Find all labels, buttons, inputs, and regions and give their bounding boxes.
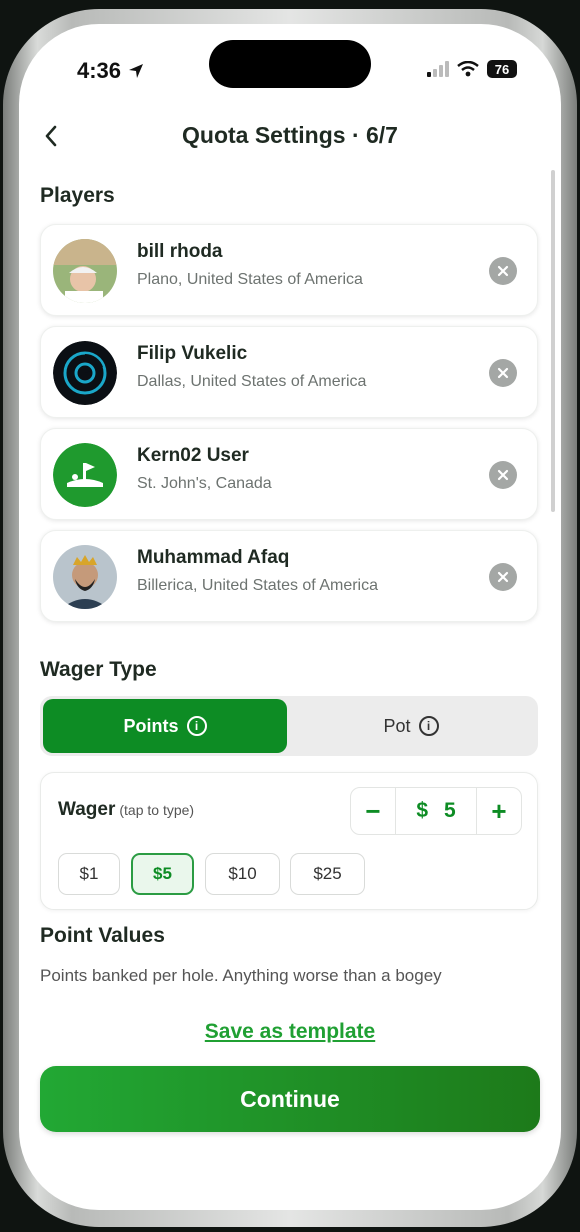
signal-icon bbox=[427, 61, 449, 77]
tab-points[interactable]: Points i bbox=[43, 699, 287, 753]
dynamic-island bbox=[209, 40, 371, 88]
status-time: 4:36 bbox=[77, 58, 145, 84]
wager-hint: (tap to type) bbox=[119, 802, 195, 818]
player-name: bill rhoda bbox=[137, 241, 223, 262]
scrollbar[interactable] bbox=[551, 170, 555, 512]
app-screen: 4:36 76 Quota Settings · 6/7 Players bil… bbox=[19, 24, 561, 1210]
avatar bbox=[53, 239, 117, 303]
wager-label-text: Wager bbox=[58, 799, 116, 820]
info-icon[interactable]: i bbox=[186, 716, 207, 736]
remove-player-button[interactable] bbox=[489, 359, 517, 387]
avatar bbox=[53, 341, 117, 405]
status-icons: 76 bbox=[427, 60, 517, 78]
time-text: 4:36 bbox=[77, 58, 122, 83]
remove-player-button[interactable] bbox=[489, 257, 517, 285]
page-title: Quota Settings · 6/7 bbox=[182, 122, 398, 148]
point-values-description: Points banked per hole. Anything worse t… bbox=[40, 966, 442, 985]
close-icon bbox=[497, 469, 509, 481]
save-template-link[interactable]: Save as template bbox=[19, 1020, 561, 1044]
close-icon bbox=[497, 265, 509, 277]
decrement-button[interactable]: − bbox=[351, 788, 395, 834]
preset-chip[interactable]: $25 bbox=[290, 853, 365, 895]
player-card: Kern02 User St. John's, Canada bbox=[40, 428, 538, 520]
player-name: Muhammad Afaq bbox=[137, 547, 290, 568]
tab-points-label: Points bbox=[123, 715, 179, 736]
player-card: Filip Vukelic Dallas, United States of A… bbox=[40, 326, 538, 418]
wager-type-title: Wager Type bbox=[40, 658, 157, 681]
point-values-title: Point Values bbox=[40, 924, 165, 947]
close-icon bbox=[497, 367, 509, 379]
wager-value-field[interactable]: $ 5 bbox=[395, 788, 477, 834]
avatar bbox=[53, 545, 117, 609]
tab-pot[interactable]: Pot i bbox=[287, 699, 535, 753]
preset-chip[interactable]: $1 bbox=[58, 853, 120, 895]
wager-stepper: − $ 5 + bbox=[350, 787, 522, 835]
player-name: Filip Vukelic bbox=[137, 343, 248, 364]
wager-card: Wager (tap to type) − $ 5 + $1 $5 $10 $25 bbox=[40, 772, 538, 910]
players-section-title: Players bbox=[40, 184, 115, 207]
increment-button[interactable]: + bbox=[477, 788, 521, 834]
preset-chip[interactable]: $10 bbox=[205, 853, 280, 895]
info-icon[interactable]: i bbox=[418, 716, 439, 736]
wager-label[interactable]: Wager (tap to type) bbox=[58, 799, 194, 821]
preset-chip-selected[interactable]: $5 bbox=[131, 853, 194, 895]
header: Quota Settings · 6/7 bbox=[19, 118, 561, 158]
avatar bbox=[53, 443, 117, 507]
remove-player-button[interactable] bbox=[489, 563, 517, 591]
player-location: Dallas, United States of America bbox=[137, 373, 367, 390]
player-name: Kern02 User bbox=[137, 445, 249, 466]
currency-symbol: $ bbox=[416, 799, 428, 822]
location-arrow-icon bbox=[129, 64, 144, 78]
player-location: Billerica, United States of America bbox=[137, 577, 378, 594]
battery-level: 76 bbox=[494, 61, 510, 77]
close-icon bbox=[497, 571, 509, 583]
player-card: Muhammad Afaq Billerica, United States o… bbox=[40, 530, 538, 622]
remove-player-button[interactable] bbox=[489, 461, 517, 489]
battery-icon: 76 bbox=[487, 60, 517, 78]
player-card: bill rhoda Plano, United States of Ameri… bbox=[40, 224, 538, 316]
continue-button[interactable]: Continue bbox=[40, 1066, 540, 1132]
player-location: St. John's, Canada bbox=[137, 475, 272, 492]
wager-value: 5 bbox=[444, 799, 456, 822]
wifi-icon bbox=[457, 61, 479, 77]
wager-type-toggle: Points i Pot i bbox=[40, 696, 538, 756]
tab-pot-label: Pot bbox=[383, 715, 411, 736]
player-location: Plano, United States of America bbox=[137, 271, 363, 288]
